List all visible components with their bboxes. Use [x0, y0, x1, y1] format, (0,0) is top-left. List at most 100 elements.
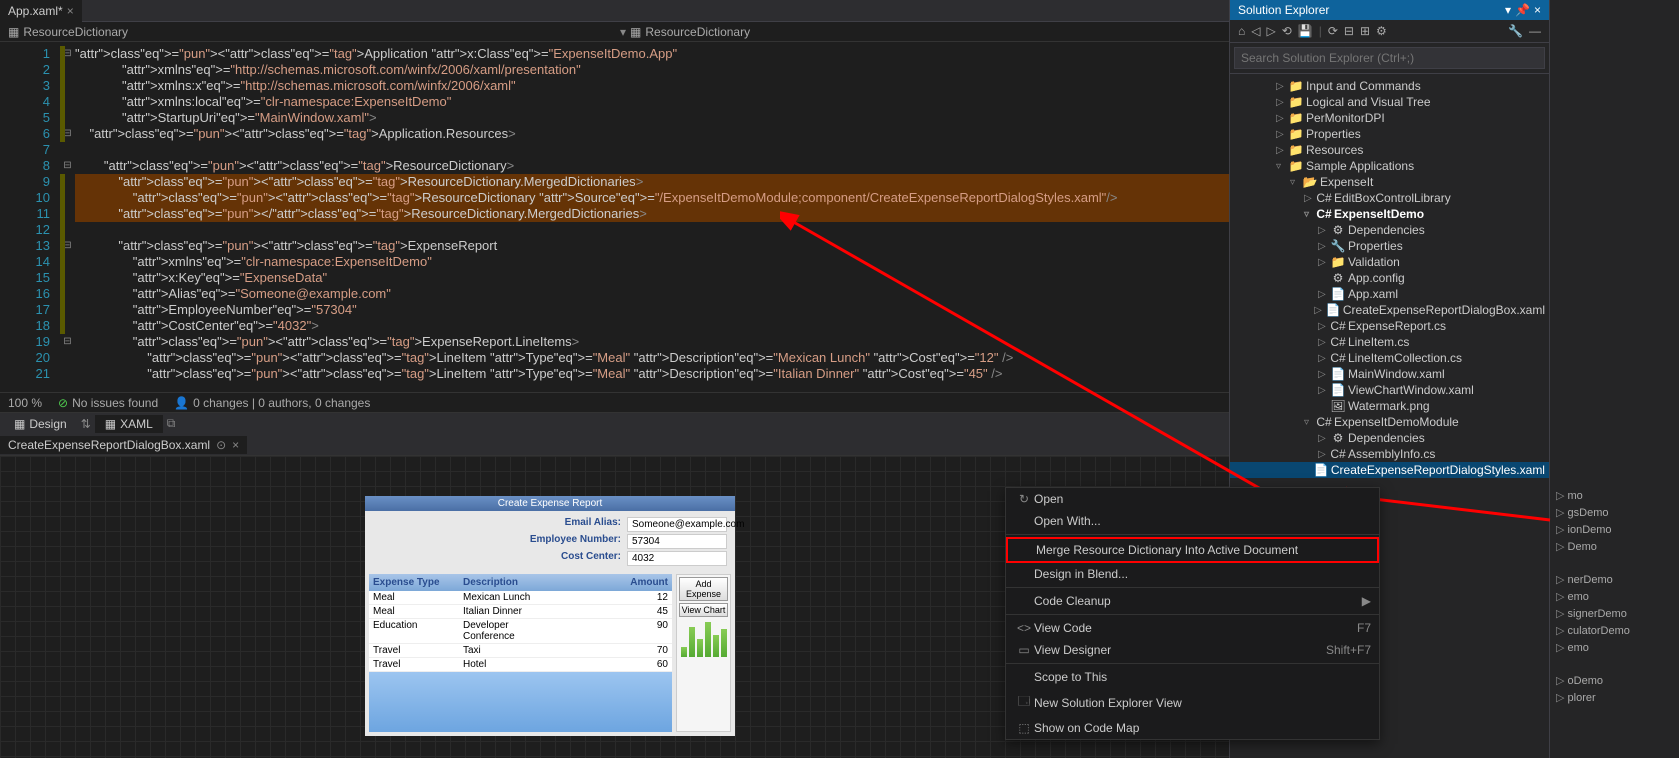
tree-item[interactable]: ▿📁Sample Applications [1230, 158, 1549, 174]
tree-item[interactable]: ▷📁Validation [1230, 254, 1549, 270]
tree-item[interactable]: ▷📄App.xaml [1230, 286, 1549, 302]
stub-item: ▷ Demo [1550, 538, 1679, 555]
tab-dialogbox-xaml[interactable]: CreateExpenseReportDialogBox.xaml ⊙ × [0, 436, 247, 454]
tree-item[interactable]: ▷📁Properties [1230, 126, 1549, 142]
menu-item[interactable]: ⬚Show on Code Map [1006, 717, 1379, 739]
tree-item[interactable]: ▷C#LineItemCollection.cs [1230, 350, 1549, 366]
tree-item[interactable]: ▷C#ExpenseReport.cs [1230, 318, 1549, 334]
tab-xaml[interactable]: ▦ XAML [95, 415, 163, 433]
tree-item[interactable]: ▷📄MainWindow.xaml [1230, 366, 1549, 382]
stub-item: ▷ oDemo [1550, 672, 1679, 689]
fwd-icon[interactable]: ▷ [1266, 24, 1275, 38]
chart-panel: Add Expense View Chart [676, 574, 731, 732]
file-type-icon: ▦ [8, 25, 19, 39]
dropdown-icon[interactable]: ▾ [1505, 3, 1511, 17]
empno-label: Employee Number: [373, 534, 627, 549]
tree-item[interactable]: 📄CreateExpenseReportDialogStyles.xaml [1230, 462, 1549, 478]
email-field[interactable]: Someone@example.com [627, 517, 727, 532]
tree-item[interactable]: ▿C#ExpenseItDemo [1230, 206, 1549, 222]
refresh-icon[interactable]: ⟳ [1328, 24, 1338, 38]
close-icon[interactable]: × [232, 438, 239, 452]
save-icon[interactable]: 💾 [1298, 24, 1313, 38]
tree-item[interactable]: ▷📁Logical and Visual Tree [1230, 94, 1549, 110]
breadcrumb-right[interactable]: ▾ ▦ ResourceDictionary [620, 25, 750, 39]
view-chart-button[interactable]: View Chart [679, 603, 728, 617]
chevron-icon: ▾ [620, 25, 626, 39]
tree-item[interactable]: ▷🔧Properties [1230, 238, 1549, 254]
back-icon[interactable]: ◁ [1251, 24, 1260, 38]
home-icon[interactable]: ⌂ [1238, 24, 1245, 38]
table-row[interactable]: MealItalian Dinner45 [369, 605, 672, 619]
design-icon: ▦ [14, 417, 25, 431]
wrench-icon[interactable]: 🔧 [1508, 24, 1523, 38]
search-input[interactable] [1234, 47, 1545, 69]
zoom-level[interactable]: 100 % [8, 396, 42, 410]
breadcrumb-left[interactable]: ▦ ResourceDictionary [8, 25, 128, 39]
stub-item: ▷ signerDemo [1550, 605, 1679, 622]
tab-label: CreateExpenseReportDialogBox.xaml [8, 438, 210, 452]
menu-item[interactable]: ▭View DesignerShift+F7 [1006, 639, 1379, 661]
collapse-icon[interactable]: ⊟ [1344, 24, 1354, 38]
tree-item[interactable]: ⚙App.config [1230, 270, 1549, 286]
tree-item[interactable]: ▷📁Resources [1230, 142, 1549, 158]
filter-icon[interactable]: — [1529, 24, 1541, 38]
stub-item [1550, 656, 1679, 672]
pin-icon[interactable]: 📌 [1515, 3, 1530, 17]
stub-item: ▷ mo [1550, 487, 1679, 504]
expense-report-window: Create Expense Report Email Alias:Someon… [365, 496, 735, 736]
popout-icon[interactable]: ⧉ [167, 416, 176, 431]
swap-panes-icon[interactable]: ⇅ [81, 417, 91, 431]
tree-item[interactable]: ▷📁Input and Commands [1230, 78, 1549, 94]
menu-item[interactable]: Code Cleanup▶ [1006, 590, 1379, 612]
stub-item: ▷ culatorDemo [1550, 622, 1679, 639]
changes-info: 👤 0 changes | 0 authors, 0 changes [174, 396, 370, 410]
col-type: Expense Type [369, 574, 459, 591]
add-expense-button[interactable]: Add Expense [679, 577, 728, 601]
stub-item: ▷ plorer [1550, 689, 1679, 706]
tab-label: App.xaml* [8, 4, 63, 18]
pin-icon[interactable]: ⊙ [216, 438, 226, 452]
sync-icon[interactable]: ⟲ [1282, 24, 1292, 38]
tree-item[interactable]: ▿C#ExpenseItDemoModule [1230, 414, 1549, 430]
breadcrumb-label: ResourceDictionary [23, 25, 128, 39]
tab-design[interactable]: ▦ Design [4, 415, 77, 433]
table-row[interactable]: MealMexican Lunch12 [369, 591, 672, 605]
tree-item[interactable]: ▷📄CreateExpenseReportDialogBox.xaml [1230, 302, 1549, 318]
gutter [0, 42, 20, 392]
empno-field[interactable]: 57304 [627, 534, 727, 549]
stub-item: ▷ nerDemo [1550, 571, 1679, 588]
menu-item[interactable]: Scope to This [1006, 666, 1379, 688]
cc-field[interactable]: 4032 [627, 551, 727, 566]
table-row[interactable]: TravelHotel60 [369, 658, 672, 672]
tree-item[interactable]: ▷⚙Dependencies [1230, 430, 1549, 446]
tree-item[interactable]: 🖼Watermark.png [1230, 398, 1549, 414]
menu-item[interactable]: ↻Open [1006, 488, 1379, 510]
tree-item[interactable]: ▷C#LineItem.cs [1230, 334, 1549, 350]
table-row[interactable]: EducationDeveloper Conference90 [369, 619, 672, 644]
table-row[interactable]: TravelTaxi70 [369, 644, 672, 658]
solution-explorer-title-bar: Solution Explorer ▾ 📌 × [1230, 0, 1549, 20]
expense-table: Expense Type Description Amount MealMexi… [369, 574, 672, 732]
menu-item[interactable]: Merge Resource Dictionary Into Active Do… [1006, 537, 1379, 563]
file-type-icon: ▦ [630, 25, 641, 39]
tree-item[interactable]: ▷C#EditBoxControlLibrary [1230, 190, 1549, 206]
stub-item: ▷ emo [1550, 639, 1679, 656]
line-numbers: 123456789101112131415161718192021 [20, 42, 60, 392]
solution-explorer-search [1230, 43, 1549, 74]
tree-item[interactable]: ▷⚙Dependencies [1230, 222, 1549, 238]
tree-item[interactable]: ▷C#AssemblyInfo.cs [1230, 446, 1549, 462]
bar-chart-icon [677, 619, 730, 659]
stub-item: ▷ gsDemo [1550, 504, 1679, 521]
properties-icon[interactable]: ⚙ [1376, 24, 1387, 38]
menu-item[interactable]: Open With... [1006, 510, 1379, 532]
menu-item[interactable]: <>View CodeF7 [1006, 617, 1379, 639]
tree-item[interactable]: ▷📄ViewChartWindow.xaml [1230, 382, 1549, 398]
showall-icon[interactable]: ⊞ [1360, 24, 1370, 38]
tab-app-xaml[interactable]: App.xaml* × [0, 0, 82, 22]
tree-item[interactable]: ▿📂ExpenseIt [1230, 174, 1549, 190]
close-icon[interactable]: × [67, 4, 74, 18]
menu-item[interactable]: 🗔New Solution Explorer View [1006, 688, 1379, 717]
menu-item[interactable]: Design in Blend... [1006, 563, 1379, 585]
tree-item[interactable]: ▷📁PerMonitorDPI [1230, 110, 1549, 126]
close-icon[interactable]: × [1534, 3, 1541, 17]
